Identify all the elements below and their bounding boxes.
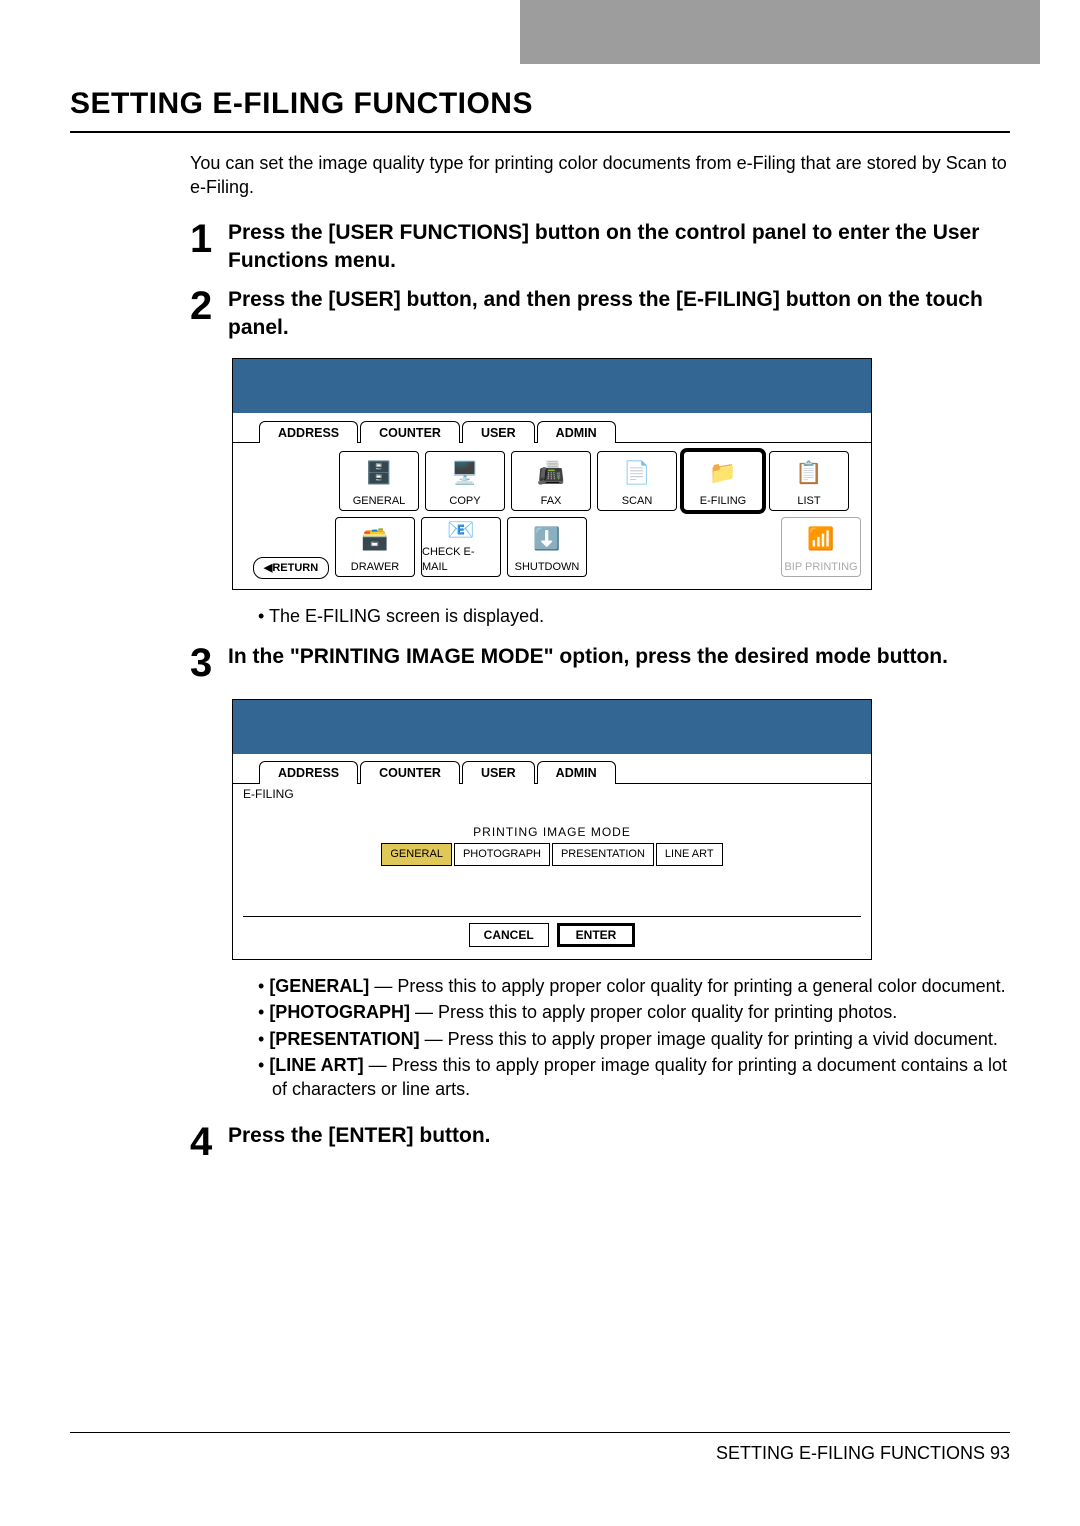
general-label: GENERAL xyxy=(353,494,406,509)
opt1-text: — Press this to apply proper color quali… xyxy=(369,976,1005,996)
page-footer: SETTING E-FILING FUNCTIONS 93 xyxy=(70,1432,1010,1465)
step2-note: The E-FILING screen is displayed. xyxy=(258,604,1010,628)
efiling-label: E-FILING xyxy=(700,494,746,509)
step-4-number: 4 xyxy=(190,1120,228,1162)
enter-button[interactable]: ENTER xyxy=(557,923,636,947)
step-4-text: Press the [ENTER] button. xyxy=(228,1120,491,1162)
page-title: SETTING E-FILING FUNCTIONS xyxy=(70,84,1010,125)
checkemail-label: CHECK E-MAIL xyxy=(422,545,500,575)
efiling-button[interactable]: 📁 E-FILING xyxy=(683,451,763,511)
drawer-button[interactable]: 🗃️ DRAWER xyxy=(335,517,415,577)
efiling-screen: ADDRESS COUNTER USER ADMIN E-FILING PRIN… xyxy=(232,699,872,960)
step-2-number: 2 xyxy=(190,284,228,343)
step-3-number: 3 xyxy=(190,641,228,683)
shutdown-button[interactable]: ⬇️ SHUTDOWN xyxy=(507,517,587,577)
opt2-text: — Press this to apply proper color quali… xyxy=(410,1002,897,1022)
copy-icon: 🖥️ xyxy=(451,452,478,493)
top-header-bar xyxy=(0,0,1080,64)
intro-text: You can set the image quality type for p… xyxy=(190,151,1010,200)
fax-label: FAX xyxy=(541,494,562,509)
efiling-icon: 📁 xyxy=(709,452,736,493)
fax-icon: 📠 xyxy=(537,452,564,493)
opt3-label: [PRESENTATION] xyxy=(269,1029,419,1049)
step-1: 1 Press the [USER FUNCTIONS] button on t… xyxy=(190,217,1010,276)
bip-printing-button[interactable]: 📶 BIP PRINTING xyxy=(781,517,861,577)
function-buttons-row1: 🗄️ GENERAL 🖥️ COPY 📠 FAX 📄 SCAN 📁 xyxy=(339,451,861,511)
step-3-text: In the "PRINTING IMAGE MODE" option, pre… xyxy=(228,641,948,683)
screen2-header xyxy=(233,700,871,754)
step-3: 3 In the "PRINTING IMAGE MODE" option, p… xyxy=(190,641,1010,683)
step-2-text: Press the [USER] button, and then press … xyxy=(228,284,1010,343)
tab-address[interactable]: ADDRESS xyxy=(259,421,358,444)
option-presentation: [PRESENTATION] — Press this to apply pro… xyxy=(258,1027,1010,1051)
step-1-text: Press the [USER FUNCTIONS] button on the… xyxy=(228,217,1010,276)
tab2-counter[interactable]: COUNTER xyxy=(360,761,460,784)
list-label: LIST xyxy=(797,494,820,509)
tab-counter[interactable]: COUNTER xyxy=(360,421,460,444)
option-photograph: [PHOTOGRAPH] — Press this to apply prope… xyxy=(258,1000,1010,1024)
step-4: 4 Press the [ENTER] button. xyxy=(190,1120,1010,1162)
step-1-number: 1 xyxy=(190,217,228,276)
screen1-tabs: ADDRESS COUNTER USER ADMIN xyxy=(233,413,871,443)
scan-icon: 📄 xyxy=(623,452,650,493)
fax-button[interactable]: 📠 FAX xyxy=(511,451,591,511)
dialog-buttons: CANCEL ENTER xyxy=(243,916,861,947)
opt4-label: [LINE ART] xyxy=(269,1055,363,1075)
efiling-sublabel: E-FILING xyxy=(243,786,871,802)
scan-label: SCAN xyxy=(622,494,653,509)
copy-label: COPY xyxy=(449,494,480,509)
mode-option-descriptions: [GENERAL] — Press this to apply proper c… xyxy=(258,974,1010,1101)
cancel-button[interactable]: CANCEL xyxy=(469,923,549,947)
user-functions-screen: ADDRESS COUNTER USER ADMIN 🗄️ GENERAL 🖥️… xyxy=(232,358,872,590)
opt4-text: — Press this to apply proper image quali… xyxy=(272,1055,1007,1099)
bip-label: BIP PRINTING xyxy=(784,560,857,575)
email-icon: 📧 xyxy=(447,515,474,545)
tab-admin[interactable]: ADMIN xyxy=(537,421,616,444)
tab2-admin[interactable]: ADMIN xyxy=(537,761,616,784)
tab2-address[interactable]: ADDRESS xyxy=(259,761,358,784)
general-icon: 🗄️ xyxy=(365,452,392,493)
tab2-user[interactable]: USER xyxy=(462,761,535,784)
mode-presentation[interactable]: PRESENTATION xyxy=(552,843,654,866)
printing-mode-label: PRINTING IMAGE MODE xyxy=(243,824,861,840)
screen1-header xyxy=(233,359,871,413)
opt3-text: — Press this to apply proper image quali… xyxy=(420,1029,998,1049)
option-general: [GENERAL] — Press this to apply proper c… xyxy=(258,974,1010,998)
step-2: 2 Press the [USER] button, and then pres… xyxy=(190,284,1010,343)
title-rule xyxy=(70,131,1010,133)
mode-photograph[interactable]: PHOTOGRAPH xyxy=(454,843,550,866)
bip-icon: 📶 xyxy=(807,518,834,559)
return-button[interactable]: ◀ RETURN xyxy=(253,557,329,579)
function-buttons-row2: ◀ RETURN 🗃️ DRAWER 📧 CHECK E-MAIL ⬇️ SHU… xyxy=(253,517,861,579)
shutdown-icon: ⬇️ xyxy=(533,518,560,559)
mode-buttons: GENERAL PHOTOGRAPH PRESENTATION LINE ART xyxy=(243,843,861,866)
drawer-icon: 🗃️ xyxy=(361,518,388,559)
opt1-label: [GENERAL] xyxy=(269,976,369,996)
mode-lineart[interactable]: LINE ART xyxy=(656,843,723,866)
shutdown-label: SHUTDOWN xyxy=(515,560,580,575)
general-button[interactable]: 🗄️ GENERAL xyxy=(339,451,419,511)
gray-header-block xyxy=(520,0,1040,64)
return-label: RETURN xyxy=(272,561,318,576)
drawer-label: DRAWER xyxy=(351,560,399,575)
screen2-tabs: ADDRESS COUNTER USER ADMIN xyxy=(233,754,871,784)
list-icon: 📋 xyxy=(795,452,822,493)
list-button[interactable]: 📋 LIST xyxy=(769,451,849,511)
scan-button[interactable]: 📄 SCAN xyxy=(597,451,677,511)
opt2-label: [PHOTOGRAPH] xyxy=(269,1002,410,1022)
copy-button[interactable]: 🖥️ COPY xyxy=(425,451,505,511)
tab-user[interactable]: USER xyxy=(462,421,535,444)
mode-general[interactable]: GENERAL xyxy=(381,843,452,866)
option-lineart: [LINE ART] — Press this to apply proper … xyxy=(258,1053,1010,1102)
check-email-button[interactable]: 📧 CHECK E-MAIL xyxy=(421,517,501,577)
